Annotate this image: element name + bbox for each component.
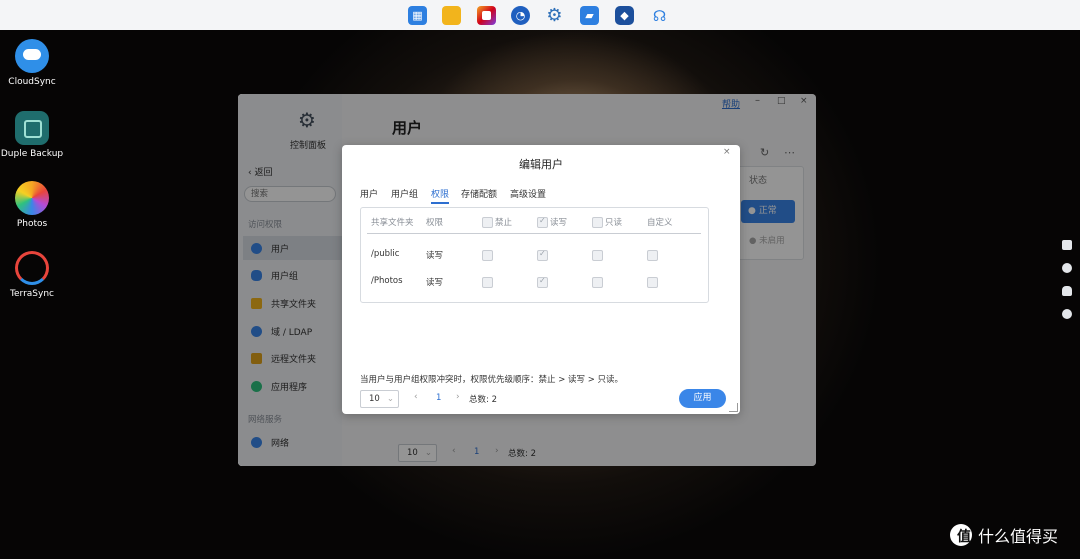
bell-icon[interactable] xyxy=(1062,286,1072,296)
header-divider xyxy=(367,233,701,234)
desktop-icon-cloudsync[interactable]: CloudSync xyxy=(0,39,64,87)
column-header-permission: 权限 xyxy=(426,218,444,228)
column-header-rw: 读写 xyxy=(550,218,568,228)
permissions-table: 共享文件夹 权限 禁止 读写 只读 自定义 /public 读写 /Photos… xyxy=(360,207,709,303)
desktop-icon-label: CloudSync xyxy=(8,77,56,87)
store-icon[interactable]: ▰ xyxy=(580,6,599,25)
desktop-icon-label: Photos xyxy=(16,219,48,229)
checkbox-deny[interactable] xyxy=(482,277,493,288)
top-dock: ▦ ◔ ⚙ ▰ ◆ ☊ xyxy=(0,0,1080,31)
box-icon[interactable]: ◆ xyxy=(615,6,634,25)
clock-icon[interactable]: ◔ xyxy=(511,6,530,25)
checkbox-custom[interactable] xyxy=(647,250,658,261)
table-row: /Photos 读写 xyxy=(361,271,708,291)
column-header-folder: 共享文件夹 xyxy=(371,218,414,228)
resize-handle[interactable] xyxy=(729,403,738,412)
watermark-logo-icon: 值 xyxy=(950,524,972,546)
edit-user-dialog: 编辑用户 × 用户 用户组 权限 存储配额 高级设置 共享文件夹 权限 禁止 读… xyxy=(342,145,740,414)
next-page-button[interactable]: › xyxy=(456,392,460,402)
current-page[interactable]: 1 xyxy=(436,393,441,403)
tab-quota[interactable]: 存储配额 xyxy=(461,187,497,200)
folder-icon[interactable] xyxy=(442,6,461,25)
conflict-note: 当用户与用户组权限冲突时，权限优先级顺序：禁止 > 读写 > 只读。 xyxy=(360,375,624,385)
headset-icon[interactable]: ☊ xyxy=(650,6,669,25)
page-size-value: 10 xyxy=(369,394,380,404)
photo-app-icon[interactable] xyxy=(477,6,496,25)
flower-icon xyxy=(15,181,49,215)
tab-permissions[interactable]: 权限 xyxy=(431,187,450,204)
header-checkbox-ro[interactable] xyxy=(592,217,603,228)
watermark: 值 什么值得买 xyxy=(950,522,1058,548)
folder-name: /Photos xyxy=(371,276,403,286)
checkbox-deny[interactable] xyxy=(482,250,493,261)
help-icon[interactable] xyxy=(1062,309,1072,319)
permission-value: 读写 xyxy=(426,251,444,261)
desktop-icon-photos[interactable]: Photos xyxy=(0,181,64,229)
backup-icon xyxy=(15,111,49,145)
chat-icon[interactable] xyxy=(1062,263,1072,273)
column-header-deny: 禁止 xyxy=(495,218,513,228)
page-size-select[interactable]: 10 ⌄ xyxy=(360,390,399,408)
folder-name: /public xyxy=(371,249,400,259)
sync-icon xyxy=(15,251,49,285)
checkbox-rw[interactable] xyxy=(537,249,548,261)
tab-user[interactable]: 用户 xyxy=(360,187,378,200)
gear-icon[interactable]: ⚙ xyxy=(545,5,564,26)
dialog-pagination: 10 ⌄ ‹ 1 › 总数: 2 xyxy=(360,390,560,408)
table-row: /public 读写 xyxy=(361,244,708,264)
header-checkbox-deny[interactable] xyxy=(482,217,493,228)
dialog-close-icon[interactable]: × xyxy=(723,147,731,157)
tab-advanced[interactable]: 高级设置 xyxy=(510,187,546,200)
column-header-custom: 自定义 xyxy=(647,218,673,228)
prev-page-button[interactable]: ‹ xyxy=(414,392,418,402)
dialog-title: 编辑用户 xyxy=(519,158,563,171)
desktop-icon-label: Duple Backup xyxy=(0,149,64,159)
cloud-icon xyxy=(15,39,49,73)
grid-icon[interactable]: ▦ xyxy=(408,6,427,25)
watermark-text: 什么值得买 xyxy=(978,527,1059,546)
desktop-icon-label: TerraSync xyxy=(10,289,54,299)
checkbox-ro[interactable] xyxy=(592,277,603,288)
checkbox-custom[interactable] xyxy=(647,277,658,288)
total-count: 总数: 2 xyxy=(469,395,497,405)
desktop-icon-duple-backup[interactable]: Duple Backup xyxy=(0,111,64,159)
apply-button[interactable]: 应用 xyxy=(679,389,726,408)
header-checkbox-rw[interactable] xyxy=(537,216,548,228)
monitor-icon[interactable] xyxy=(1062,240,1072,250)
checkbox-ro[interactable] xyxy=(592,250,603,261)
chevron-down-icon: ⌄ xyxy=(386,394,394,404)
checkbox-rw[interactable] xyxy=(537,276,548,288)
tab-group[interactable]: 用户组 xyxy=(391,187,418,200)
permission-value: 读写 xyxy=(426,278,444,288)
desktop-icon-terrasync[interactable]: TerraSync xyxy=(0,251,64,299)
column-header-ro: 只读 xyxy=(605,218,623,228)
